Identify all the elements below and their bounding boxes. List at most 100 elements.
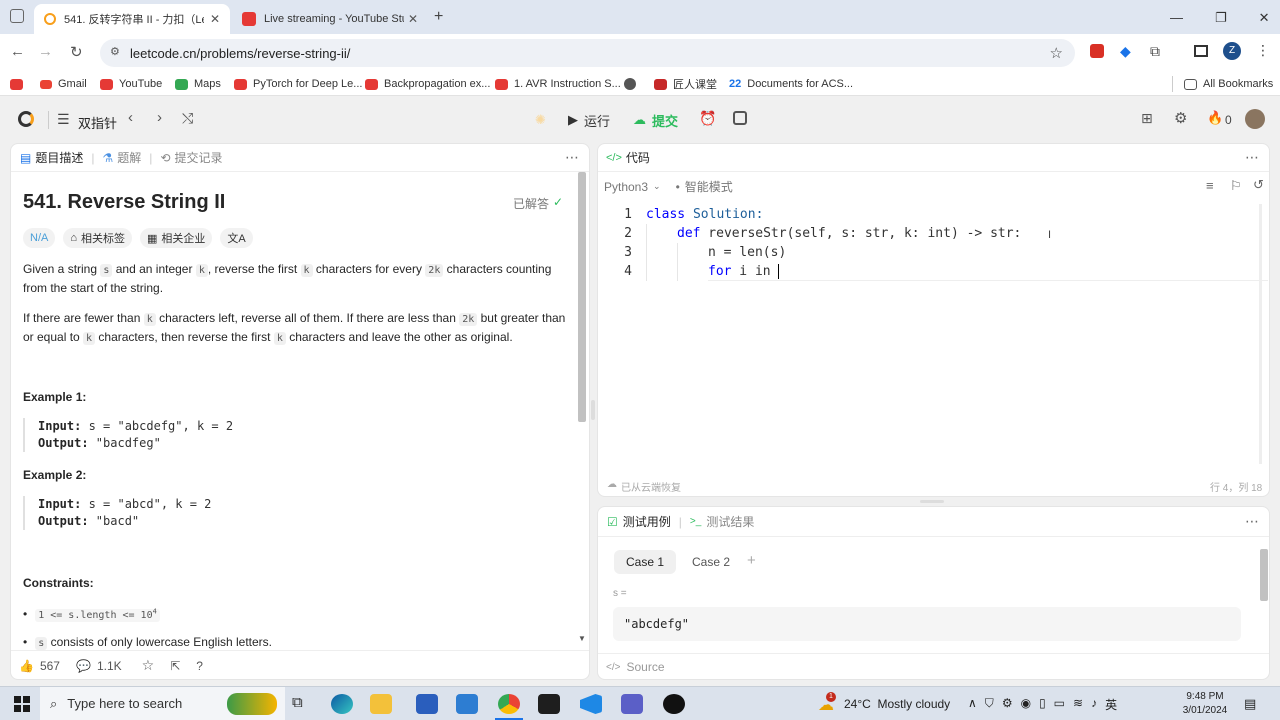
url-omnibox[interactable]: ⚙ leetcode.cn/problems/reverse-string-ii… <box>100 39 1075 67</box>
bookmark-avr[interactable]: 1. AVR Instruction S... <box>495 76 621 92</box>
tab-solutions[interactable]: 题解 <box>117 149 141 166</box>
notifications-icon[interactable]: ▤ <box>1244 696 1256 712</box>
next-problem-icon[interactable]: › <box>157 109 162 126</box>
close-tab-icon[interactable]: ✕ <box>210 12 220 26</box>
problem-list-title[interactable]: 双指针 <box>78 113 117 132</box>
code-editor[interactable]: 1 2 3 4 class Solution: def reverseStr(s… <box>598 205 1268 285</box>
site-info-icon[interactable]: ⚙ <box>110 45 120 58</box>
maximize-icon[interactable]: ❐ <box>1215 10 1227 26</box>
bookmark-acs-docs[interactable]: 22 Documents for ACS... <box>729 76 853 92</box>
related-tags-button[interactable]: ⌂ 相关标签 <box>63 228 132 248</box>
case-2-tab[interactable]: Case 2 <box>680 550 742 574</box>
edge-browser-icon[interactable] <box>331 694 353 714</box>
bookmark-youtube[interactable]: YouTube <box>100 76 162 92</box>
thumbs-up-icon[interactable]: 👍 <box>19 659 34 673</box>
wifi-icon[interactable]: ≋ <box>1073 696 1083 713</box>
share-icon[interactable]: ⇱ <box>170 659 180 673</box>
browser-menu-icon[interactable]: ⋮ <box>1256 42 1270 59</box>
chrome-icon[interactable] <box>498 694 520 714</box>
format-icon[interactable]: ≡ <box>1206 178 1214 193</box>
ime-indicator[interactable]: 英 <box>1105 696 1117 713</box>
add-case-icon[interactable]: + <box>747 552 756 569</box>
teams-icon[interactable] <box>621 694 643 714</box>
editor-scrollbar[interactable] <box>1259 204 1262 464</box>
tab-search-icon[interactable] <box>10 9 24 23</box>
layout-grid-icon[interactable]: ⊞ <box>1141 110 1153 127</box>
phone-icon[interactable]: ▯ <box>1039 696 1046 713</box>
back-icon[interactable]: ← <box>10 43 25 60</box>
extension-icon[interactable]: ◆ <box>1120 43 1131 60</box>
related-companies-button[interactable]: ▦ 相关企业 <box>140 228 213 248</box>
bookmark-maps[interactable]: Maps <box>175 76 221 92</box>
camera-icon[interactable]: ◉ <box>1021 696 1031 713</box>
comment-icon[interactable]: 💬 <box>76 659 91 673</box>
profile-avatar[interactable]: Z <box>1223 42 1241 60</box>
task-view-icon[interactable]: ⧉ <box>292 694 303 711</box>
streak-flame-icon[interactable]: 🔥 <box>1207 110 1223 126</box>
mail-icon[interactable] <box>456 694 478 714</box>
browser-tab-youtube-studio[interactable]: Live streaming - YouTube Studi ✕ <box>232 4 428 34</box>
leetcode-logo-icon[interactable] <box>18 111 34 127</box>
new-tab-button[interactable]: + <box>434 8 443 26</box>
vertical-splitter[interactable] <box>591 400 595 420</box>
shield-icon[interactable]: ⛉ <box>985 696 994 713</box>
random-problem-icon[interactable]: ⤭ <box>182 110 193 127</box>
chevron-up-icon[interactable]: ∧ <box>968 696 977 713</box>
bookmark-gmail[interactable]: Gmail <box>40 76 87 92</box>
file-explorer-icon[interactable] <box>370 694 392 714</box>
extensions-puzzle-icon[interactable]: ⧉ <box>1150 43 1160 60</box>
translate-button[interactable]: 文A <box>220 228 253 248</box>
reload-icon[interactable]: ↻ <box>70 43 83 61</box>
battery-icon[interactable]: ▭ <box>1054 696 1065 713</box>
testcase-input[interactable]: "abcdefg" <box>613 607 1241 641</box>
browser-tab-leetcode[interactable]: 541. 反转字符串 II - 力扣（Leet ✕ <box>34 4 230 34</box>
smart-mode-toggle[interactable]: 智能模式 <box>685 178 733 195</box>
bookmark-jiangren[interactable]: 匠人课堂 <box>654 76 717 92</box>
debug-icon[interactable]: ✺ <box>535 112 546 128</box>
vscode-icon[interactable] <box>580 694 602 714</box>
reset-code-icon[interactable]: ↺ <box>1253 177 1264 193</box>
case-1-tab[interactable]: Case 1 <box>614 550 677 574</box>
bookmark-icon[interactable]: ⚐ <box>1230 178 1242 194</box>
bookmark-star-icon[interactable]: ☆ <box>1050 44 1063 62</box>
extension-icon[interactable] <box>1090 44 1104 58</box>
taskbar-search-box[interactable]: ⌕ Type here to search <box>40 687 285 720</box>
favorite-star-icon[interactable]: ☆ <box>142 657 155 674</box>
scroll-down-icon[interactable]: ▼ <box>578 634 586 643</box>
submit-button[interactable]: ☁ 提交 <box>628 106 690 134</box>
help-icon[interactable]: ? <box>196 659 203 673</box>
run-button[interactable]: ▶ 运行 <box>560 106 620 134</box>
settings-gear-icon[interactable]: ⚙ <box>1174 109 1187 127</box>
bookmark-youtube-icon[interactable] <box>10 76 29 92</box>
bookmark-backprop[interactable]: Backpropagation ex... <box>365 76 490 92</box>
forward-icon[interactable]: → <box>38 43 53 60</box>
terminal-app-icon[interactable] <box>538 694 560 714</box>
notes-icon[interactable] <box>733 111 747 125</box>
obs-icon[interactable] <box>663 694 685 714</box>
gear-icon[interactable]: ⚙ <box>1002 696 1013 713</box>
more-options-icon[interactable]: ⋯ <box>1245 513 1259 530</box>
close-tab-icon[interactable]: ✕ <box>408 12 418 26</box>
side-panel-icon[interactable] <box>1194 45 1208 57</box>
more-options-icon[interactable]: ⋯ <box>1245 149 1259 166</box>
user-avatar[interactable] <box>1245 109 1265 129</box>
description-scrollbar[interactable] <box>578 172 586 422</box>
horizontal-splitter[interactable] <box>920 500 944 503</box>
tab-testcases[interactable]: 测试用例 <box>623 513 671 530</box>
volume-icon[interactable]: ♪ <box>1091 696 1097 713</box>
minimize-icon[interactable]: — <box>1170 10 1183 26</box>
tab-submissions[interactable]: 提交记录 <box>174 149 222 166</box>
bookmark-globe[interactable] <box>624 76 642 92</box>
clock[interactable]: 9:48 PM 3/01/2024 <box>1180 690 1230 718</box>
source-button[interactable]: Source <box>626 660 664 674</box>
bookmark-pytorch[interactable]: PyTorch for Deep Le... <box>234 76 362 92</box>
more-options-icon[interactable]: ⋯ <box>565 149 579 166</box>
close-window-icon[interactable]: ✕ <box>1259 10 1270 26</box>
weather-text[interactable]: 24°C Mostly cloudy <box>844 697 950 711</box>
testcase-scrollbar[interactable] <box>1260 549 1268 601</box>
all-bookmarks[interactable]: All Bookmarks <box>1184 76 1273 92</box>
tab-test-results[interactable]: 测试结果 <box>706 513 754 530</box>
prev-problem-icon[interactable]: ‹ <box>128 109 133 126</box>
outlook-icon[interactable] <box>416 694 438 714</box>
language-select[interactable]: Python3 <box>604 180 648 194</box>
